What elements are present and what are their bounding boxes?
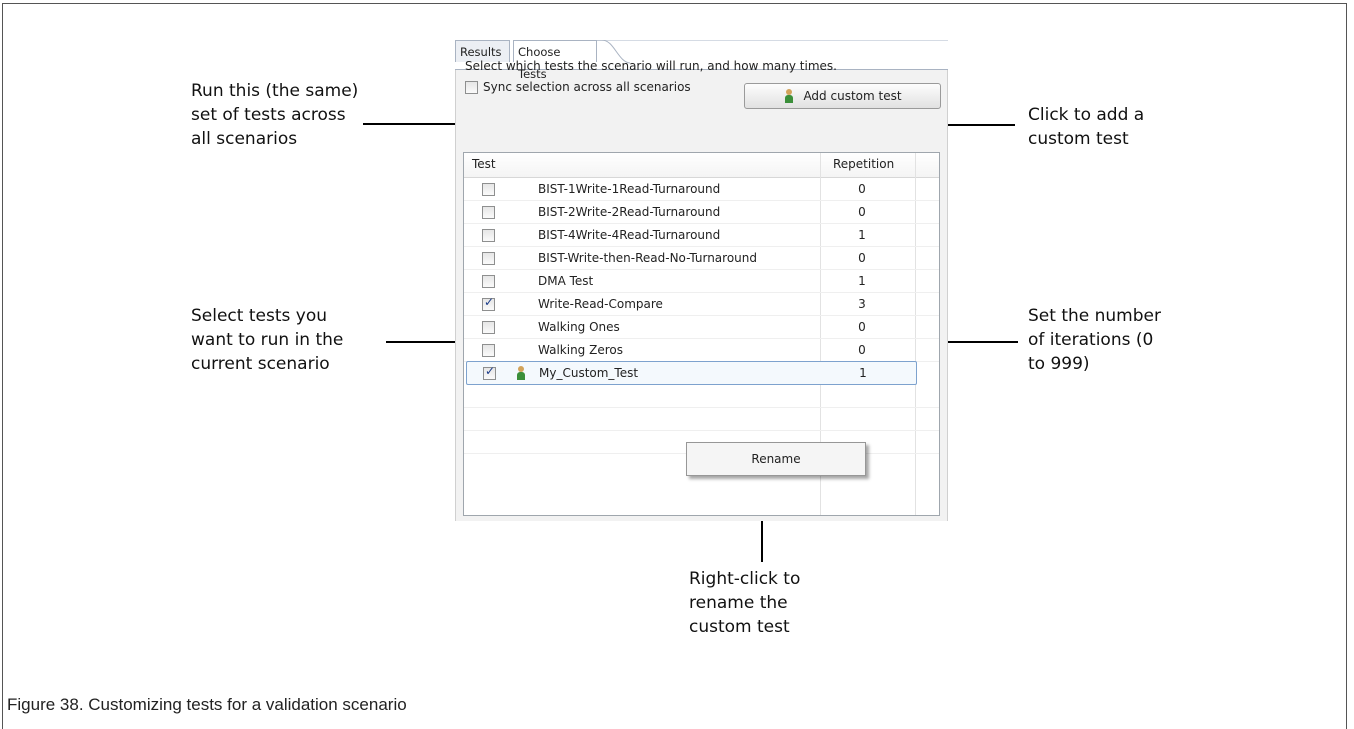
user-icon	[783, 89, 795, 103]
callout-sync-line-2: set of tests across	[191, 105, 346, 125]
row-checkbox[interactable]	[482, 321, 495, 334]
row-checkbox[interactable]	[482, 229, 495, 242]
table-row-empty	[464, 385, 939, 408]
table-row[interactable]: Walking Ones 0	[464, 316, 939, 339]
callout-iterations-line-2: of iterations (0	[1028, 330, 1154, 350]
table-row[interactable]: DMA Test 1	[464, 270, 939, 293]
callout-rename-line-2: rename the	[689, 593, 788, 613]
repetition-value[interactable]: 1	[823, 366, 903, 380]
test-name: Write-Read-Compare	[538, 297, 663, 311]
callout-add-line-2: custom test	[1028, 129, 1129, 149]
callout-select-line-1: Select tests you	[191, 306, 327, 326]
table-row[interactable]: BIST-1Write-1Read-Turnaround 0	[464, 178, 939, 201]
repetition-value[interactable]: 3	[822, 297, 902, 311]
repetition-value[interactable]: 0	[822, 251, 902, 265]
row-checkbox[interactable]	[482, 183, 495, 196]
row-checkbox[interactable]	[482, 252, 495, 265]
table-row[interactable]: BIST-2Write-2Read-Turnaround 0	[464, 201, 939, 224]
callout-select: Select tests you want to run in the curr…	[191, 304, 343, 376]
test-name: DMA Test	[538, 274, 594, 288]
instructions-text: Select which tests the scenario will run…	[465, 59, 837, 73]
test-name: BIST-1Write-1Read-Turnaround	[538, 182, 721, 196]
test-name: Walking Zeros	[538, 343, 623, 357]
test-name: BIST-Write-then-Read-No-Turnaround	[538, 251, 757, 265]
callout-iterations-line-1: Set the number	[1028, 306, 1161, 326]
callout-add: Click to add a custom test	[1028, 103, 1144, 151]
callout-rename-line-1: Right-click to	[689, 569, 801, 589]
repetition-value[interactable]: 0	[822, 182, 902, 196]
callout-sync: Run this (the same) set of tests across …	[191, 79, 358, 151]
repetition-value[interactable]: 1	[822, 274, 902, 288]
user-icon	[515, 366, 527, 380]
repetition-value[interactable]: 0	[822, 343, 902, 357]
callout-select-line-2: want to run in the	[191, 330, 344, 350]
callout-iterations-line-3: to 999)	[1028, 354, 1090, 374]
test-name: Walking Ones	[538, 320, 620, 334]
test-name: BIST-4Write-4Read-Turnaround	[538, 228, 721, 242]
header-test[interactable]: Test	[472, 157, 496, 171]
callout-rename-line-3: custom test	[689, 617, 790, 637]
sync-label: Sync selection across all scenarios	[483, 80, 691, 94]
repetition-value[interactable]: 0	[822, 205, 902, 219]
row-checkbox[interactable]	[482, 344, 495, 357]
sync-selection[interactable]: Sync selection across all scenarios	[465, 80, 691, 94]
row-checkbox-checked[interactable]	[482, 295, 495, 311]
context-menu-rename[interactable]: Rename	[687, 443, 865, 475]
table-row-empty	[464, 408, 939, 431]
test-name: My_Custom_Test	[539, 366, 639, 380]
repetition-value[interactable]: 1	[822, 228, 902, 242]
callout-rename: Right-click to rename the custom test	[689, 567, 800, 639]
table-row[interactable]: Walking Zeros 0	[464, 339, 939, 362]
test-name: BIST-2Write-2Read-Turnaround	[538, 205, 721, 219]
callout-add-line	[941, 124, 1015, 126]
frame-edge-right	[1346, 683, 1347, 729]
table-row-custom-selected[interactable]: My_Custom_Test 1	[466, 361, 917, 385]
callout-iterations: Set the number of iterations (0 to 999)	[1028, 304, 1161, 376]
row-checkbox[interactable]	[482, 206, 495, 219]
table-row[interactable]: Write-Read-Compare 3	[464, 293, 939, 316]
row-checkbox[interactable]	[482, 275, 495, 288]
sync-checkbox[interactable]	[465, 80, 478, 94]
callout-add-line-1: Click to add a	[1028, 105, 1145, 125]
callout-sync-line	[363, 123, 467, 125]
tab-strip-top	[596, 40, 948, 41]
callout-sync-line-1: Run this (the same)	[191, 81, 359, 101]
callout-select-line-3: current scenario	[191, 354, 330, 374]
callout-sync-line-3: all scenarios	[191, 129, 298, 149]
table-row[interactable]: BIST-Write-then-Read-No-Turnaround 0	[464, 247, 939, 270]
table-row[interactable]: BIST-4Write-4Read-Turnaround 1	[464, 224, 939, 247]
table-header: Test Repetition	[464, 153, 939, 178]
context-menu: Rename	[686, 442, 866, 476]
frame-edge-left	[2, 683, 3, 729]
repetition-value[interactable]: 0	[822, 320, 902, 334]
add-custom-test-button[interactable]: Add custom test	[744, 83, 941, 109]
figure-caption: Figure 38. Customizing tests for a valid…	[7, 695, 407, 714]
add-custom-test-label: Add custom test	[803, 89, 902, 103]
header-repetition[interactable]: Repetition	[833, 157, 894, 171]
row-checkbox-checked[interactable]	[483, 364, 496, 380]
